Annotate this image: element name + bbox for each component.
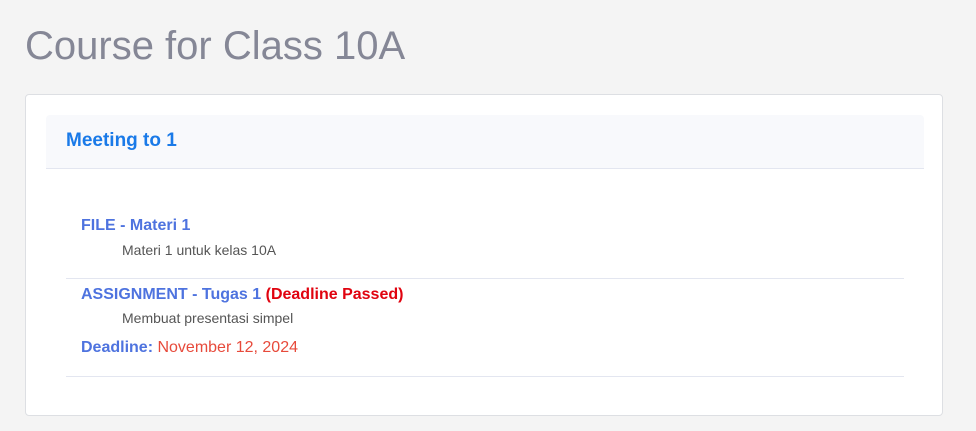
page-title: Course for Class 10A bbox=[25, 24, 406, 68]
deadline-label: Deadline: bbox=[81, 339, 154, 356]
meeting-title: Meeting to 1 bbox=[66, 130, 177, 151]
item-title: ASSIGNMENT - Tugas 1 (Deadline Passed) bbox=[81, 286, 403, 304]
file-link[interactable]: FILE - Materi 1 bbox=[81, 217, 190, 234]
list-item-assignment: ASSIGNMENT - Tugas 1 (Deadline Passed) M… bbox=[66, 279, 904, 377]
meeting-card-header: Meeting to 1 bbox=[46, 115, 924, 169]
list-item-file: FILE - Materi 1 Materi 1 untuk kelas 10A bbox=[66, 207, 904, 279]
deadline-status-badge: (Deadline Passed) bbox=[265, 286, 404, 303]
deadline: Deadline: November 12, 2024 bbox=[81, 339, 298, 357]
assignment-link[interactable]: ASSIGNMENT - Tugas 1 bbox=[81, 286, 261, 303]
item-title: FILE - Materi 1 bbox=[81, 217, 190, 235]
item-description: Membuat presentasi simpel bbox=[122, 310, 294, 326]
item-description: Materi 1 untuk kelas 10A bbox=[122, 242, 277, 258]
meeting-card: Meeting to 1 FILE - Materi 1 Materi 1 un… bbox=[25, 94, 943, 416]
deadline-date: November 12, 2024 bbox=[157, 339, 298, 356]
